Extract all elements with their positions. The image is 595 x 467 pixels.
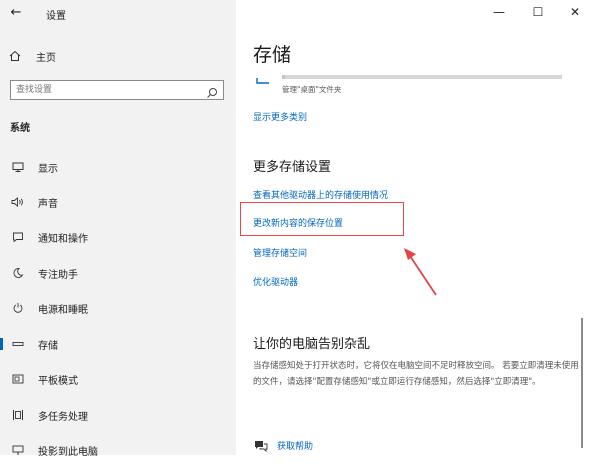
sidebar-item-power-sleep[interactable]: 电源和睡眠: [0, 291, 236, 325]
sidebar-item-label: 存储: [38, 340, 58, 352]
sidebar-item-focus-assist[interactable]: 专注助手: [0, 256, 236, 290]
maximize-icon: ☐: [532, 5, 544, 19]
sidebar-item-multitasking[interactable]: 多任务处理: [0, 398, 236, 432]
storage-usage-bar: [282, 75, 562, 79]
declutter-description: 当存储感知处于打开状态时，它将仅在电脑空间不足时释放空间。 若要立即清理未使用的…: [253, 361, 579, 387]
manage-storage-spaces-link[interactable]: 管理存储空间: [253, 246, 307, 259]
sidebar: ← 设置 主页 系统 显示 声音 通知和操作 专注助手: [0, 0, 236, 458]
desktop-folder-icon: [256, 70, 270, 84]
maximize-button[interactable]: ☐: [520, 0, 556, 24]
section-title: 系统: [10, 123, 30, 134]
home-label: 主页: [36, 52, 56, 64]
storage-usage-fill: [282, 75, 285, 79]
sidebar-item-storage[interactable]: 存储: [0, 327, 236, 361]
optimize-drives-link[interactable]: 优化驱动器: [253, 275, 298, 288]
show-more-categories-link[interactable]: 显示更多类别: [253, 110, 307, 123]
annotation-arrow-icon: [404, 248, 437, 296]
sidebar-item-notifications[interactable]: 通知和操作: [0, 220, 236, 254]
search-box[interactable]: [10, 80, 224, 100]
sidebar-item-label: 显示: [38, 163, 58, 175]
sidebar-item-label: 多任务处理: [38, 411, 88, 423]
view-other-drives-link[interactable]: 查看其他驱动器上的存储使用情况: [253, 188, 388, 201]
sidebar-item-home[interactable]: 主页: [8, 48, 56, 64]
storage-bar-label: 管理"桌面"文件夹: [282, 85, 342, 94]
main-content: — ☐ ✕ 存储 管理"桌面"文件夹 显示更多类别 更多存储设置 查看其他驱动器…: [236, 0, 595, 455]
sidebar-item-label: 声音: [38, 198, 58, 210]
back-arrow-icon: ←: [10, 5, 22, 20]
multitask-icon: [11, 408, 25, 422]
more-storage-settings-heading: 更多存储设置: [253, 160, 332, 175]
tablet-icon: [11, 372, 25, 386]
notification-icon: [11, 230, 25, 244]
get-help-link[interactable]: 获取帮助: [277, 439, 313, 452]
speaker-icon: [11, 195, 25, 209]
sidebar-item-label: 平板模式: [38, 375, 78, 387]
close-icon: ✕: [569, 5, 581, 19]
power-icon: [11, 301, 25, 315]
minimize-button[interactable]: —: [481, 0, 517, 24]
sidebar-item-label: 通知和操作: [38, 233, 88, 245]
minimize-icon: —: [493, 5, 505, 19]
sidebar-item-tablet-mode[interactable]: 平板模式: [0, 362, 236, 396]
monitor-icon: [11, 160, 25, 174]
search-icon[interactable]: [206, 84, 218, 98]
storage-icon: [11, 337, 25, 351]
scrollbar-thumb[interactable]: [581, 318, 583, 448]
home-icon: [8, 49, 22, 63]
search-input[interactable]: [16, 83, 196, 97]
help-icon: [254, 437, 268, 453]
app-title: 设置: [46, 11, 66, 22]
sidebar-item-label: 投影到此电脑: [38, 446, 98, 458]
sidebar-item-display[interactable]: 显示: [0, 150, 236, 184]
moon-icon: [11, 266, 25, 280]
page-title: 存储: [253, 44, 292, 66]
sidebar-item-label: 专注助手: [38, 269, 78, 281]
declutter-heading: 让你的电脑告别杂乱: [253, 337, 371, 352]
back-button[interactable]: ←: [6, 3, 26, 23]
sidebar-item-sound[interactable]: 声音: [0, 185, 236, 219]
annotation-highlight-box: [240, 202, 404, 236]
close-button[interactable]: ✕: [557, 0, 593, 24]
sidebar-item-project[interactable]: 投影到此电脑: [0, 433, 236, 467]
sidebar-item-label: 电源和睡眠: [38, 304, 88, 316]
